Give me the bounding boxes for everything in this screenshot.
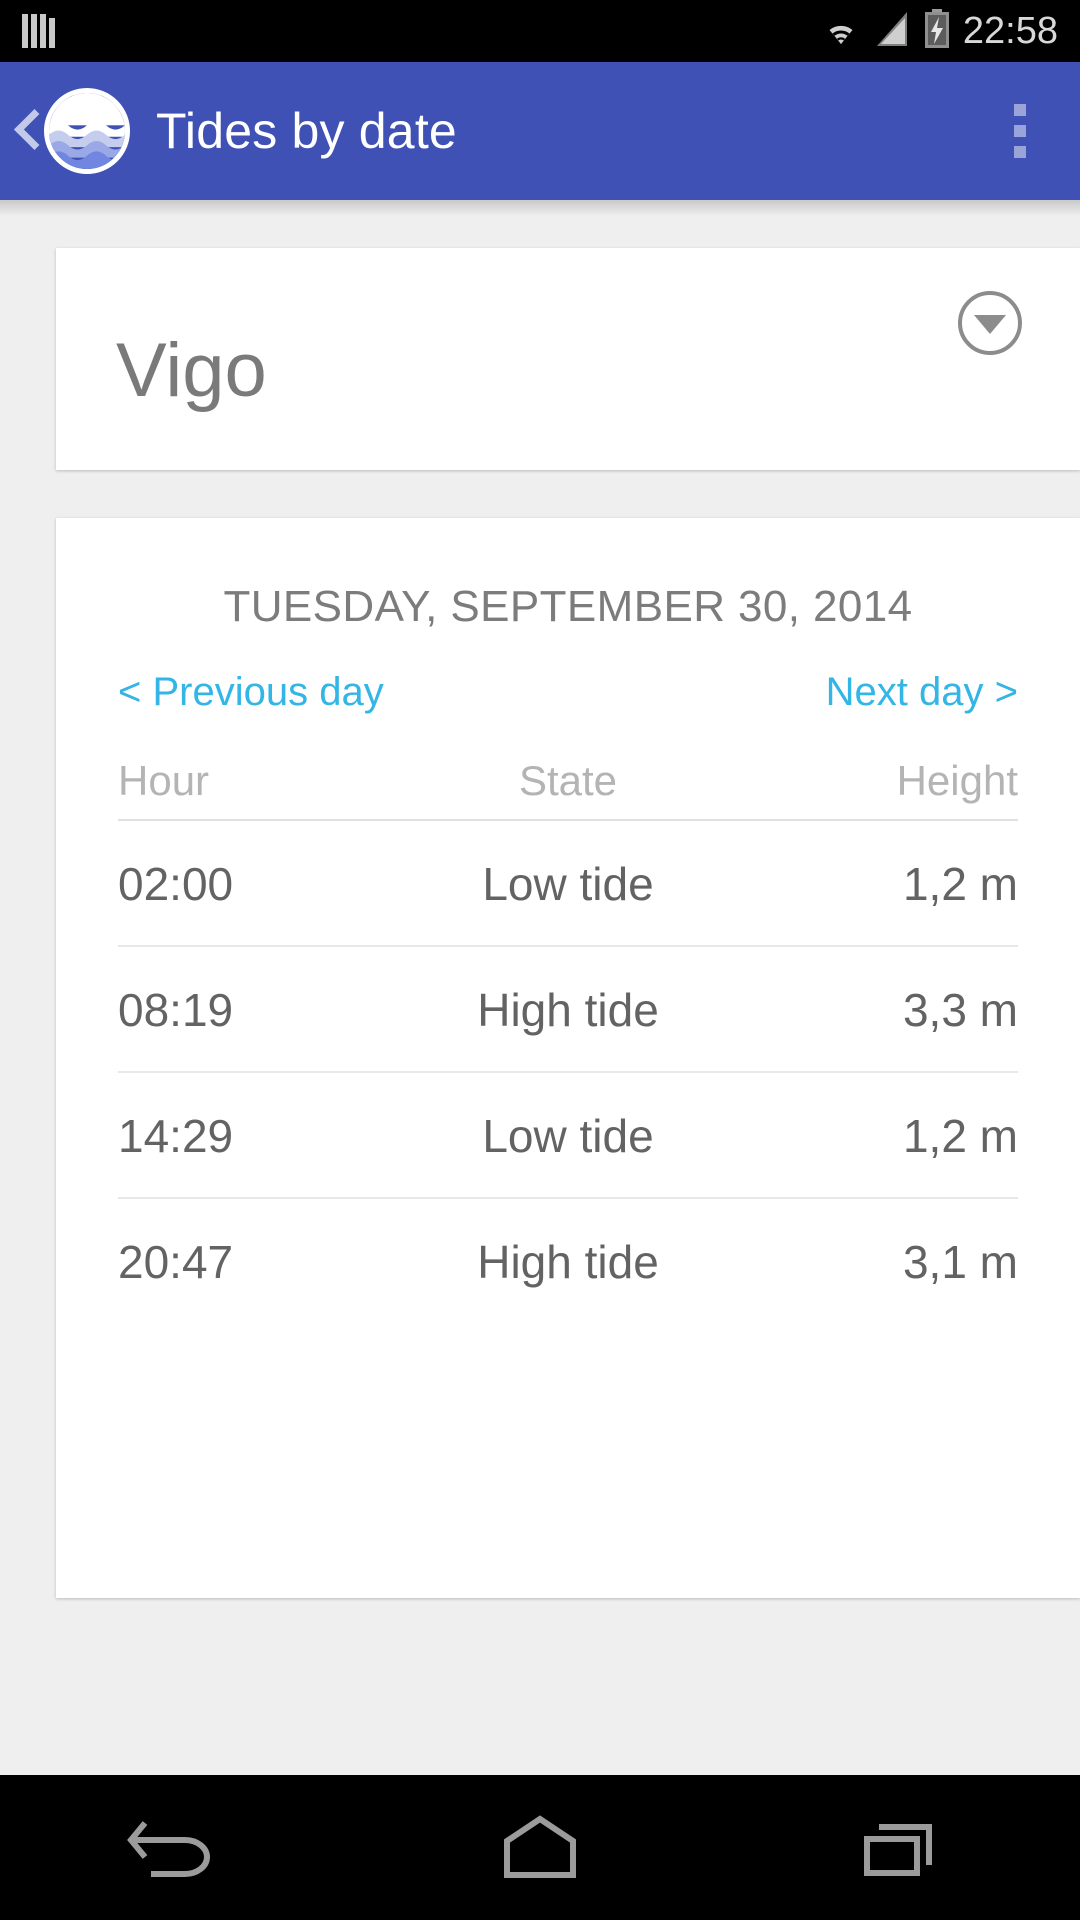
chevron-down-circle-icon[interactable] bbox=[958, 291, 1022, 355]
app-bar-title: Tides by date bbox=[156, 103, 457, 159]
column-header-hour: Hour bbox=[118, 757, 415, 821]
column-header-height: Height bbox=[721, 757, 1018, 821]
recents-nav-icon[interactable] bbox=[810, 1775, 990, 1920]
tides-card: TUESDAY, SEPTEMBER 30, 2014 < Previous d… bbox=[56, 518, 1080, 1598]
cell-state: Low tide bbox=[415, 820, 721, 947]
cell-hour: 14:29 bbox=[118, 1072, 415, 1199]
cell-height: 1,2 m bbox=[721, 1072, 1018, 1199]
app-bar: Tides by date bbox=[0, 62, 1080, 200]
cell-height: 1,2 m bbox=[721, 820, 1018, 947]
status-bar-right: 22:58 bbox=[819, 8, 1058, 54]
status-bar: 22:58 bbox=[0, 0, 1080, 62]
home-nav-icon[interactable] bbox=[450, 1775, 630, 1920]
back-chevron-icon[interactable] bbox=[14, 104, 40, 158]
signal-bars-icon bbox=[22, 14, 55, 48]
cell-height: 3,1 m bbox=[902, 1236, 1018, 1288]
tides-table: Hour State Height 02:00 Low tide 1,2 m 0… bbox=[118, 757, 1018, 1323]
page-content: Vigo TUESDAY, SEPTEMBER 30, 2014 < Previ… bbox=[0, 200, 1080, 1775]
status-bar-left bbox=[22, 14, 55, 48]
battery-charging-icon bbox=[923, 8, 951, 54]
next-day-button[interactable]: Next day > bbox=[826, 670, 1018, 715]
cell-state: High tide bbox=[477, 1236, 659, 1288]
tide-date-heading: TUESDAY, SEPTEMBER 30, 2014 bbox=[223, 582, 913, 631]
cell-hour: 20:47 bbox=[118, 1236, 234, 1288]
cell-height: 3,3 m bbox=[721, 946, 1018, 1073]
table-row: 02:00 Low tide 1,2 m bbox=[118, 820, 1018, 947]
status-clock: 22:58 bbox=[962, 9, 1058, 52]
android-navigation-bar bbox=[0, 1775, 1080, 1920]
table-header-row: Hour State Height bbox=[118, 757, 1018, 821]
tides-waves-logo-icon[interactable] bbox=[44, 88, 130, 174]
day-navigation: < Previous day Next day > bbox=[118, 670, 1018, 715]
previous-day-button[interactable]: < Previous day bbox=[118, 670, 384, 715]
app-bar-shadow bbox=[0, 200, 1080, 216]
column-header-state: State bbox=[415, 757, 721, 821]
cell-signal-icon bbox=[875, 10, 911, 53]
location-card[interactable]: Vigo bbox=[56, 248, 1080, 470]
cell-hour: 08:19 bbox=[118, 946, 415, 1073]
table-row: 08:19 High tide 3,3 m bbox=[118, 946, 1018, 1073]
overflow-menu-icon[interactable] bbox=[1004, 94, 1036, 168]
cell-state: High tide bbox=[415, 946, 721, 1073]
cell-hour: 02:00 bbox=[118, 820, 415, 947]
location-name: Vigo bbox=[116, 328, 267, 413]
wifi-icon bbox=[819, 11, 863, 52]
back-nav-icon[interactable] bbox=[90, 1775, 270, 1920]
table-row: 20:47 High tide 3,1 m bbox=[118, 1198, 1018, 1323]
cell-state: Low tide bbox=[415, 1072, 721, 1199]
table-row: 14:29 Low tide 1,2 m bbox=[118, 1072, 1018, 1199]
